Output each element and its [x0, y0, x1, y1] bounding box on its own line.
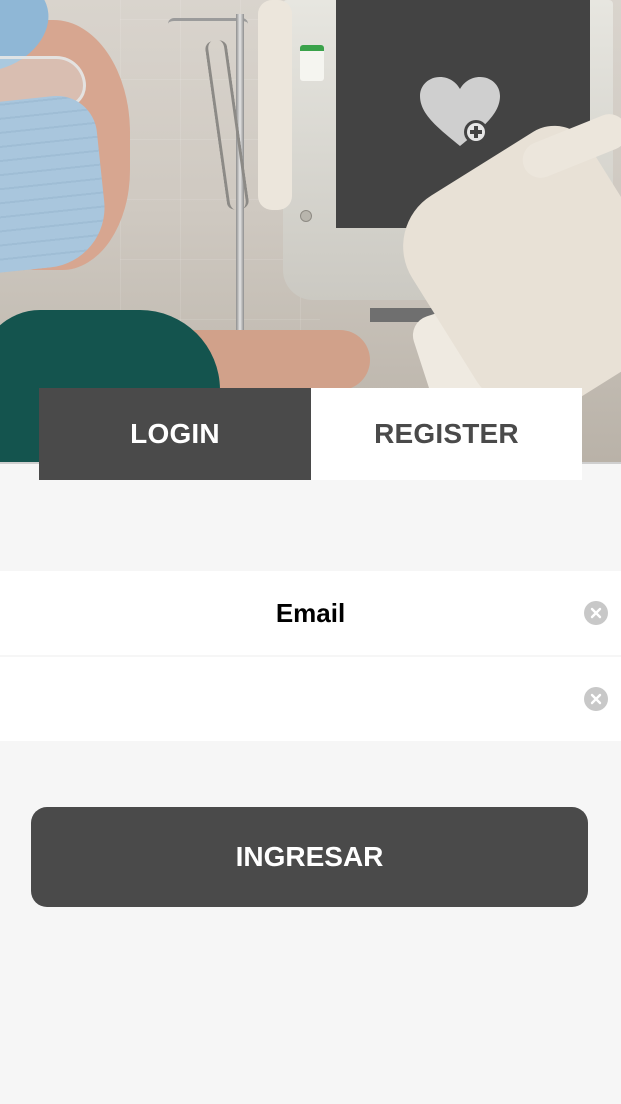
surgical-mask	[0, 91, 111, 279]
close-icon	[590, 607, 602, 619]
ingresar-button[interactable]: INGRESAR	[31, 807, 588, 907]
clear-password-button[interactable]	[584, 687, 608, 711]
close-icon	[590, 693, 602, 705]
monitor-knob	[300, 210, 312, 222]
clear-email-button[interactable]	[584, 601, 608, 625]
tab-login[interactable]: LOGIN	[39, 388, 311, 480]
monitor-indicator	[300, 45, 324, 81]
tab-register[interactable]: REGISTER	[311, 388, 582, 480]
email-field-row	[0, 571, 621, 655]
password-input[interactable]	[68, 682, 553, 716]
heart-plus-icon	[420, 77, 500, 146]
password-field-row	[0, 657, 621, 741]
nurse-head	[0, 0, 130, 279]
glove	[258, 0, 292, 210]
email-input[interactable]	[68, 596, 553, 630]
